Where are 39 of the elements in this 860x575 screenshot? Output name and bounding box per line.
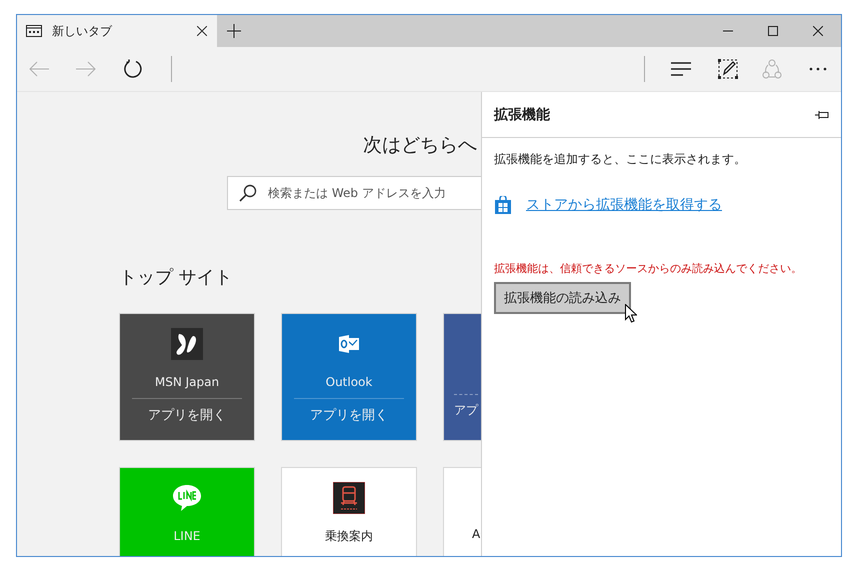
- open-app-link[interactable]: アプリを開く: [132, 398, 242, 424]
- maximize-icon[interactable]: [768, 26, 778, 36]
- refresh-icon[interactable]: [123, 59, 143, 79]
- tab-page-icon: [26, 25, 42, 37]
- site-tile[interactable]: A: [443, 467, 481, 556]
- tab-title: 新しいタブ: [52, 22, 113, 40]
- store-link[interactable]: ストアから拡張機能を取得する: [526, 196, 722, 214]
- more-icon[interactable]: [809, 67, 827, 71]
- speech-bubble-icon: [171, 482, 203, 514]
- page-heading: 次はどちらへ: [363, 133, 478, 158]
- close-icon[interactable]: [813, 26, 823, 36]
- browser-tab[interactable]: 新しいタブ: [17, 15, 217, 47]
- tile-name: Outlook: [326, 374, 372, 390]
- tile-name: MSN Japan: [154, 374, 220, 390]
- site-tile[interactable]: MSN Japan アプリを開く: [119, 313, 255, 441]
- open-app-link[interactable]: アプ: [454, 394, 478, 418]
- open-app-link[interactable]: アプリを開く: [294, 398, 404, 424]
- close-tab-icon[interactable]: [197, 26, 207, 36]
- search-field[interactable]: 検索または Web アドレスを入力: [227, 176, 481, 210]
- pen-note-icon[interactable]: [718, 59, 738, 79]
- mail-icon: [339, 335, 359, 353]
- pin-icon[interactable]: [815, 110, 829, 118]
- tile-name: LINE: [174, 528, 200, 544]
- new-tab-icon[interactable]: [227, 24, 241, 38]
- load-extension-button[interactable]: 拡張機能の読み込み: [494, 282, 631, 314]
- panel-title: 拡張機能: [494, 106, 551, 124]
- store-bag-icon: [495, 196, 511, 214]
- hub-lines-icon[interactable]: [671, 62, 691, 76]
- panel-message: 拡張機能を追加すると、ここに表示されます。: [494, 151, 747, 168]
- site-tile[interactable]: 乗換案内: [281, 467, 417, 556]
- tile-name: A: [472, 526, 480, 542]
- mouse-cursor-icon: [625, 304, 637, 323]
- warning-text: 拡張機能は、信頼できるソースからのみ読み込んでください。: [494, 261, 803, 277]
- train-icon: [333, 482, 365, 514]
- site-tile[interactable]: Outlook アプリを開く: [281, 313, 417, 441]
- tile-name: 乗換案内: [325, 528, 373, 544]
- butterfly-icon: [171, 328, 203, 360]
- section-title: トップ サイト: [119, 266, 234, 290]
- site-tile[interactable]: アプ: [443, 313, 481, 441]
